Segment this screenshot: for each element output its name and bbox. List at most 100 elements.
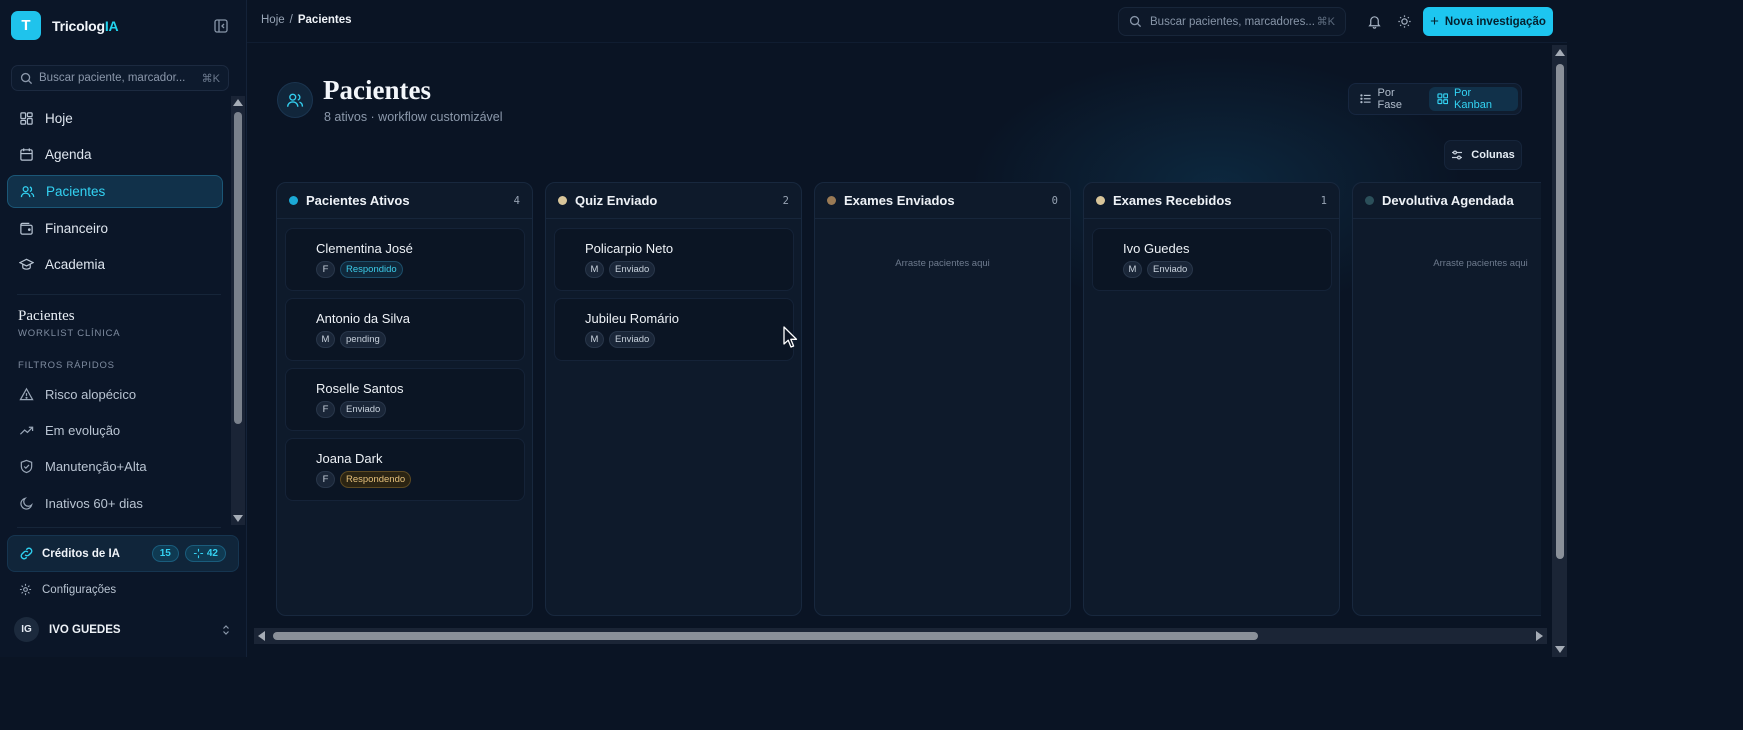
patient-name: Jubileu Romário [585, 311, 679, 326]
top-search-input[interactable]: Buscar pacientes, marcadores... ⌘K [1118, 7, 1346, 36]
ai-credits-badges: 15 42 [146, 545, 226, 562]
credits-badge-primary: 15 [151, 545, 179, 562]
column-status-dot [1096, 196, 1105, 205]
bell-icon[interactable] [1367, 14, 1382, 29]
kanban-column-exames-enviados[interactable]: Exames Enviados 0 Arraste pacientes aqui [814, 182, 1071, 616]
new-investigation-button[interactable]: + Nova investigação [1423, 7, 1553, 36]
sidebar-item-label: Academia [45, 257, 106, 272]
search-icon [1129, 15, 1142, 28]
kanban-column-pacientes-ativos[interactable]: Pacientes Ativos 4 Clementina José F Res… [276, 182, 533, 616]
kanban-column-exames-recebidos[interactable]: Exames Recebidos 1 Ivo Guedes M Enviado [1083, 182, 1340, 616]
filter-risco-alopecico[interactable]: Risco alopécico [19, 387, 136, 402]
scroll-down-icon[interactable] [233, 515, 243, 522]
filter-label: Risco alopécico [45, 387, 137, 402]
column-status-dot [827, 196, 836, 205]
breadcrumb-root[interactable]: Hoje [261, 14, 285, 26]
kanban-column-quiz-enviado[interactable]: Quiz Enviado 2 Policarpio Neto M Enviado… [545, 182, 802, 616]
column-count: 0 [1051, 194, 1058, 207]
settings-link[interactable]: Configurações [19, 583, 116, 596]
column-empty-hint: Arraste pacientes aqui [895, 258, 990, 269]
brand[interactable]: T TricologIA [11, 11, 119, 40]
topbar: Hoje / Pacientes Buscar pacientes, marca… [247, 0, 1567, 43]
filter-manutencao-alta[interactable]: Manutenção+Alta [19, 459, 147, 474]
user-name: IVO GUEDES [49, 623, 121, 636]
patient-card[interactable]: Jubileu Romário M Enviado [554, 298, 794, 361]
sex-badge: F [316, 261, 335, 278]
horizontal-scroll-thumb[interactable] [273, 632, 1258, 640]
patient-card[interactable]: Ivo Guedes M Enviado [1092, 228, 1332, 291]
sex-badge: M [316, 331, 335, 348]
patient-name: Ivo Guedes [1123, 241, 1190, 256]
vertical-scroll-thumb[interactable] [1556, 64, 1564, 559]
patient-name: Joana Dark [316, 451, 383, 466]
status-badge: Enviado [340, 401, 387, 418]
sidebar-item-financeiro[interactable]: Financeiro [7, 212, 223, 245]
scroll-down-icon[interactable] [1555, 646, 1565, 653]
patient-card[interactable]: Antonio da Silva M pending [285, 298, 525, 361]
patient-card[interactable]: Clementina José F Respondido [285, 228, 525, 291]
scroll-left-icon[interactable] [258, 631, 265, 641]
breadcrumb: Hoje / Pacientes [261, 14, 352, 26]
view-by-phase-button[interactable]: Por Fase [1352, 87, 1429, 111]
page-title: Pacientes [323, 75, 431, 105]
patient-card[interactable]: Joana Dark F Respondendo [285, 438, 525, 501]
patient-card[interactable]: Roselle Santos F Enviado [285, 368, 525, 431]
column-status-dot [1365, 196, 1374, 205]
plus-icon: + [1430, 13, 1439, 30]
grid-icon [1436, 93, 1449, 105]
sidebar-search-shortcut: ⌘K [201, 72, 220, 85]
ai-credits-label: Créditos de IA [42, 547, 120, 560]
columns-button[interactable]: Colunas [1444, 140, 1522, 170]
app-name: TricologIA [52, 18, 119, 34]
scroll-right-icon[interactable] [1536, 631, 1543, 641]
sidebar-scrollbar[interactable] [231, 96, 245, 525]
sidebar-scroll-thumb[interactable] [234, 112, 242, 424]
column-title: Exames Enviados [844, 193, 955, 208]
user-menu[interactable]: IG IVO GUEDES [14, 617, 232, 642]
wallet-icon [19, 221, 34, 236]
graduation-cap-icon [19, 257, 34, 272]
filter-label: Manutenção+Alta [45, 459, 147, 474]
shield-check-icon [19, 459, 34, 474]
sparkle-icon [193, 548, 204, 559]
filter-inativos-60[interactable]: Inativos 60+ dias [19, 496, 143, 511]
scroll-up-icon[interactable] [1555, 49, 1565, 56]
view-by-kanban-button[interactable]: Por Kanban [1428, 87, 1518, 111]
page-vertical-scrollbar[interactable] [1552, 45, 1567, 657]
alert-triangle-icon [19, 387, 34, 402]
main-content: Pacientes 8 ativos · workflow customizáv… [247, 44, 1567, 657]
column-title: Exames Recebidos [1113, 193, 1232, 208]
sidebar-item-pacientes[interactable]: Pacientes [7, 175, 223, 208]
column-header: Quiz Enviado 2 [546, 183, 801, 219]
sidebar-collapse-icon[interactable] [213, 18, 229, 34]
filter-em-evolucao[interactable]: Em evolução [19, 423, 120, 438]
board-horizontal-scrollbar[interactable] [254, 628, 1547, 644]
calendar-icon [19, 147, 34, 162]
users-icon [20, 184, 35, 199]
scroll-up-icon[interactable] [233, 99, 243, 106]
sex-badge: F [316, 401, 335, 418]
column-header: Exames Recebidos 1 [1084, 183, 1339, 219]
column-header: Devolutiva Agendada [1353, 183, 1541, 219]
sidebar-item-hoje[interactable]: Hoje [7, 102, 223, 135]
sex-badge: F [316, 471, 335, 488]
view-toggle: Por Fase Por Kanban [1348, 83, 1522, 115]
column-header: Pacientes Ativos 4 [277, 183, 532, 219]
sidebar-item-label: Hoje [45, 111, 73, 126]
patient-card[interactable]: Policarpio Neto M Enviado [554, 228, 794, 291]
chevrons-up-down-icon [220, 624, 232, 636]
sidebar-item-label: Financeiro [45, 221, 109, 236]
credits-badge-secondary: 42 [184, 545, 226, 562]
top-search-shortcut: ⌘K [1316, 16, 1335, 28]
kanban-column-devolutiva-agendada[interactable]: Devolutiva Agendada Arraste pacientes aq… [1352, 182, 1541, 616]
sex-badge: M [585, 331, 604, 348]
column-empty-hint: Arraste pacientes aqui [1433, 258, 1528, 269]
filter-label: Inativos 60+ dias [45, 496, 143, 511]
ai-credits[interactable]: Créditos de IA 15 42 [7, 535, 239, 572]
sun-icon[interactable] [1397, 14, 1412, 29]
sidebar-search-input[interactable]: Buscar paciente, marcador... ⌘K [11, 65, 229, 91]
sidebar-search-placeholder: Buscar paciente, marcador... [39, 72, 186, 84]
sidebar-section-subtitle: WORKLIST CLÍNICA [18, 328, 121, 339]
sidebar-item-academia[interactable]: Academia [7, 248, 223, 281]
sidebar-item-agenda[interactable]: Agenda [7, 138, 223, 171]
